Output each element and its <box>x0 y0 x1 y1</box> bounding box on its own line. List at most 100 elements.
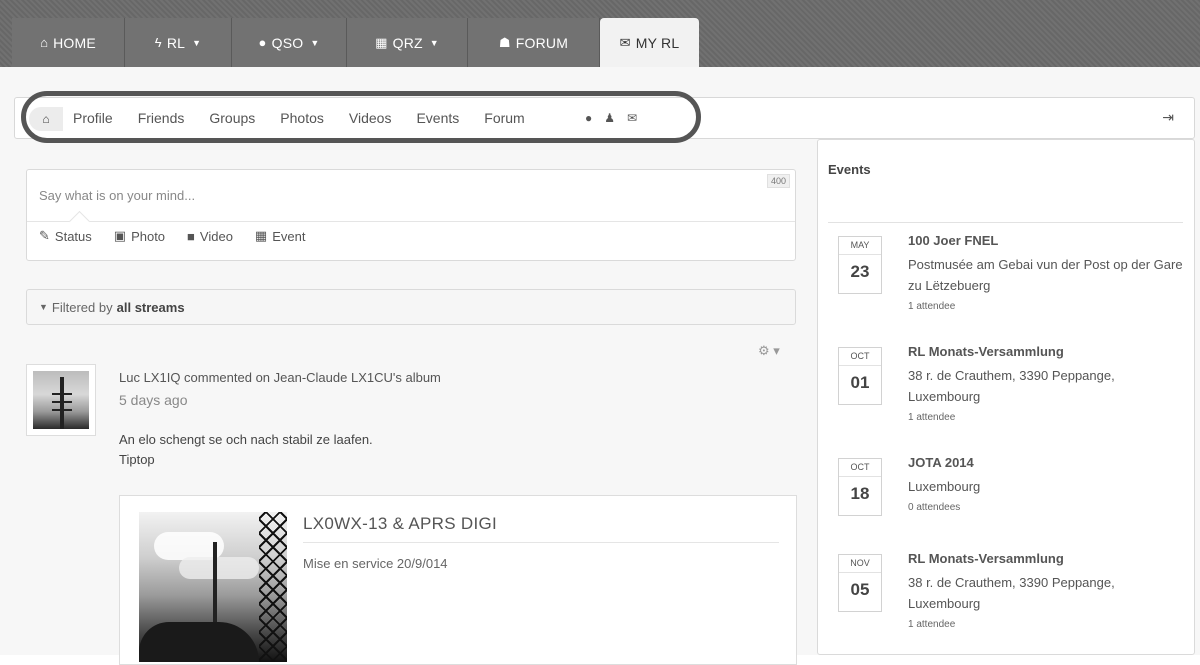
avatar-image <box>33 371 89 429</box>
character-counter: 400 <box>766 174 790 188</box>
caret-down-icon: ▼ <box>39 302 48 312</box>
toolbar-link-events[interactable]: Events <box>416 110 459 126</box>
toolbar-icons: ● ♟ ✉ <box>585 98 637 138</box>
event-location: 38 r. de Crauthem, 3390 Peppange, Luxemb… <box>908 575 1115 611</box>
tab-event-label: Event <box>272 228 306 244</box>
tab-photo[interactable]: ▣ Photo <box>114 228 165 244</box>
event-details: Luxembourg 0 attendees <box>908 476 1188 518</box>
event-details: 38 r. de Crauthem, 3390 Peppange, Luxemb… <box>908 572 1188 635</box>
caret-down-icon: ▼ <box>192 37 202 48</box>
nav-forum[interactable]: ☗ FORUM <box>468 18 600 67</box>
event-month: OCT <box>839 348 881 366</box>
nav-home-label: HOME <box>53 34 96 51</box>
user-icon[interactable]: ♟ <box>604 111 615 125</box>
stream-filter[interactable]: ▼ Filtered by all streams <box>26 289 796 325</box>
event-details: 38 r. de Crauthem, 3390 Peppange, Luxemb… <box>908 365 1188 428</box>
event-day: 23 <box>850 262 870 281</box>
tab-video-label: Video <box>199 228 233 244</box>
toolbar-link-groups[interactable]: Groups <box>209 110 255 126</box>
profile-toolbar: ⌂ Profile Friends Groups Photos Videos E… <box>14 91 1195 143</box>
toolbar-link-forum[interactable]: Forum <box>484 110 524 126</box>
toolbar-link-photos[interactable]: Photos <box>280 110 324 126</box>
nav-rl-label: RL <box>166 34 186 51</box>
status-composer: Say what is on your mind... 400 ✎ Status … <box>26 169 796 261</box>
album-title[interactable]: LX0WX-13 & APRS DIGI <box>303 514 497 534</box>
composer-tabs: ✎ Status ▣ Photo ■ Video ▦ Event <box>39 228 305 244</box>
photo-detail <box>259 512 287 662</box>
events-divider <box>828 222 1183 223</box>
event-location: Luxembourg <box>908 479 981 494</box>
calendar-icon: ▦ <box>254 228 268 243</box>
album-divider <box>303 542 779 543</box>
composer-divider <box>27 221 795 222</box>
event-attendees: 1 attendee <box>908 619 956 630</box>
event-month: MAY <box>839 237 881 255</box>
album-description: Mise en service 20/9/014 <box>303 556 448 571</box>
toolbar-home-button[interactable]: ⌂ <box>29 107 63 131</box>
album-photo[interactable] <box>139 512 287 662</box>
event-title[interactable]: 100 Joer FNEL <box>908 233 998 248</box>
chat-icon: ✉ <box>619 34 631 50</box>
globe-icon[interactable]: ● <box>585 111 592 125</box>
tab-status[interactable]: ✎ Status <box>39 228 92 244</box>
event-day: 05 <box>850 580 870 599</box>
post-body-line: Tiptop <box>119 452 155 467</box>
filter-value: all streams <box>116 299 185 315</box>
top-nav: ⌂ HOME ϟ RL ▼ ● QSO ▼ ▦ QRZ ▼ ☗ FORUM ✉ … <box>12 18 699 67</box>
avatar[interactable] <box>26 364 96 436</box>
event-details: Postmusée am Gebai vun der Post op der G… <box>908 254 1188 317</box>
gear-icon[interactable]: ⚙ ▾ <box>758 343 780 359</box>
event-month: NOV <box>839 555 881 573</box>
pencil-icon: ✎ <box>39 228 50 243</box>
event-date: OCT 01 <box>838 347 882 405</box>
event-attendees: 1 attendee <box>908 412 956 423</box>
home-icon: ⌂ <box>40 35 49 50</box>
post-body-line: An elo schengt se och nach stabil ze laa… <box>119 432 373 447</box>
tab-event[interactable]: ▦ Event <box>255 228 306 244</box>
caret-down-icon: ▼ <box>310 37 320 48</box>
nav-my-rl[interactable]: ✉ MY RL <box>600 18 699 67</box>
toolbar-link-videos[interactable]: Videos <box>349 110 392 126</box>
event-day: 01 <box>850 373 870 392</box>
video-camera-icon: ■ <box>187 228 195 244</box>
event-month: OCT <box>839 459 881 477</box>
composer-input[interactable]: Say what is on your mind... <box>39 188 195 203</box>
album-card: LX0WX-13 & APRS DIGI Mise en service 20/… <box>119 495 797 665</box>
top-navigation-bar: ⌂ HOME ϟ RL ▼ ● QSO ▼ ▦ QRZ ▼ ☗ FORUM ✉ … <box>0 0 1200 67</box>
camera-icon: ▣ <box>113 228 127 243</box>
envelope-icon[interactable]: ✉ <box>627 111 637 125</box>
event-attendees: 1 attendee <box>908 301 956 312</box>
post-timestamp[interactable]: 5 days ago <box>119 392 188 408</box>
event-title[interactable]: JOTA 2014 <box>908 455 974 470</box>
nav-forum-label: FORUM <box>515 34 569 51</box>
toolbar-link-friends[interactable]: Friends <box>138 110 185 126</box>
filter-prefix: Filtered by <box>51 299 113 315</box>
event-day: 18 <box>850 484 870 503</box>
event-date: MAY 23 <box>838 236 882 294</box>
globe-icon: ● <box>258 35 267 50</box>
toolbar-link-profile[interactable]: Profile <box>73 110 113 126</box>
event-title[interactable]: RL Monats-Versammlung <box>908 344 1064 359</box>
toolbar-links: Profile Friends Groups Photos Videos Eve… <box>73 98 550 138</box>
sign-out-icon[interactable]: ⇥ <box>1162 109 1174 126</box>
nav-home[interactable]: ⌂ HOME <box>12 18 125 67</box>
tab-video[interactable]: ■ Video <box>187 228 233 244</box>
tab-status-label: Status <box>54 228 92 244</box>
tab-photo-label: Photo <box>131 228 166 244</box>
events-heading: Events <box>828 162 871 177</box>
caret-down-icon: ▼ <box>429 37 439 48</box>
nav-qrz-label: QRZ <box>392 34 423 51</box>
event-attendees: 0 attendees <box>908 502 961 513</box>
nav-qrz[interactable]: ▦ QRZ ▼ <box>347 18 468 67</box>
photo-detail <box>139 622 259 662</box>
calendar-icon: ▦ <box>375 34 388 50</box>
activity-stream: Say what is on your mind... 400 ✎ Status … <box>14 158 804 665</box>
post-body: An elo schengt se och nach stabil ze laa… <box>119 430 373 470</box>
nav-qso[interactable]: ● QSO ▼ <box>232 18 347 67</box>
events-sidebar: Events MAY 23 100 Joer FNEL Postmusée am… <box>817 139 1195 655</box>
event-title[interactable]: RL Monats-Versammlung <box>908 551 1064 566</box>
event-date: NOV 05 <box>838 554 882 612</box>
event-date: OCT 18 <box>838 458 882 516</box>
nav-rl[interactable]: ϟ RL ▼ <box>125 18 232 67</box>
group-icon: ☗ <box>498 34 511 50</box>
